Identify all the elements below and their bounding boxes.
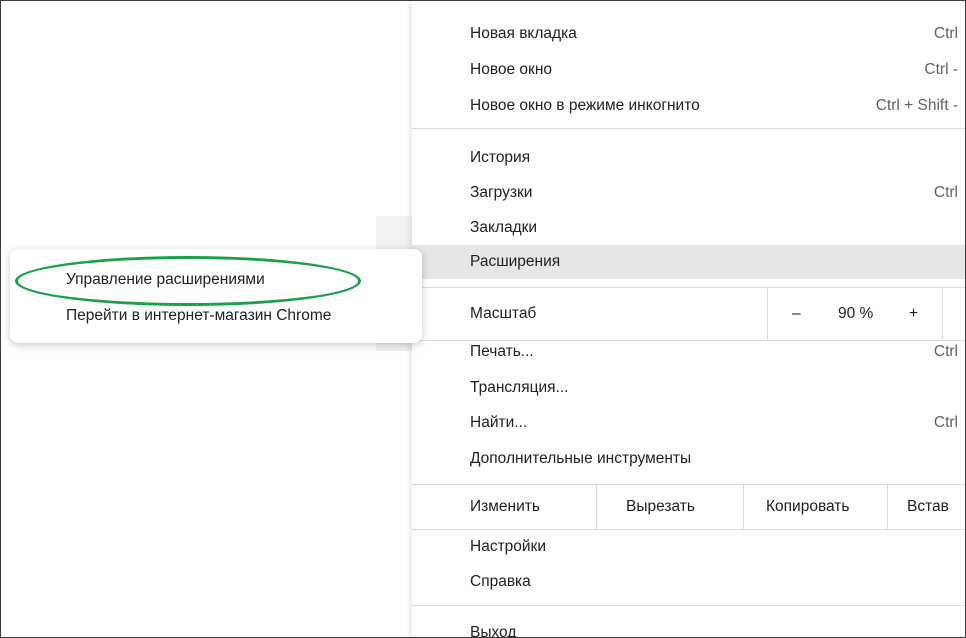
- zoom-label: Масштаб: [470, 305, 537, 322]
- menu-item-label: История: [470, 149, 531, 166]
- menu-item-downloads[interactable]: Загрузки Ctrl: [412, 176, 965, 210]
- menu-item-help[interactable]: Справка: [412, 565, 965, 599]
- zoom-in-button[interactable]: +: [909, 288, 918, 340]
- menu-item-settings[interactable]: Настройки: [412, 530, 965, 564]
- edit-divider: [743, 485, 744, 529]
- menu-item-label: Справка: [470, 573, 531, 590]
- menu-item-new-tab[interactable]: Новая вкладка Ctrl: [412, 17, 965, 51]
- menu-item-new-window[interactable]: Новое окно Ctrl -: [412, 53, 965, 87]
- submenu-item-chrome-web-store[interactable]: Перейти в интернет-магазин Chrome: [66, 307, 331, 325]
- edit-divider: [887, 485, 888, 529]
- menu-item-shortcut: Ctrl -: [924, 61, 958, 78]
- menu-item-incognito[interactable]: Новое окно в режиме инкогнито Ctrl + Shi…: [412, 89, 965, 123]
- zoom-row: Масштаб – 90 % +: [412, 287, 965, 341]
- menu-item-label: Выход: [470, 624, 517, 638]
- menu-item-shortcut: Ctrl: [933, 25, 958, 42]
- menu-item-more-tools[interactable]: Дополнительные инструменты: [412, 442, 965, 476]
- menu-item-shortcut: Ctrl: [933, 343, 958, 360]
- menu-item-bookmarks[interactable]: Закладки: [412, 211, 965, 245]
- menu-separator: [412, 605, 965, 606]
- zoom-out-button[interactable]: –: [792, 288, 801, 340]
- menu-item-shortcut: Ctrl: [933, 184, 958, 201]
- zoom-controls: – 90 % +: [767, 288, 943, 340]
- menu-item-extensions[interactable]: Расширения: [412, 245, 965, 279]
- chrome-main-menu: Новая вкладка Ctrl Новое окно Ctrl - Нов…: [412, 1, 965, 638]
- edit-row: Изменить Вырезать Копировать Встав: [412, 484, 965, 530]
- copy-button[interactable]: Копировать: [766, 485, 849, 529]
- screen: Новая вкладка Ctrl Новое окно Ctrl - Нов…: [0, 0, 966, 638]
- menu-item-label: Новое окно: [470, 61, 553, 78]
- menu-item-label: Трансляция...: [470, 379, 569, 396]
- zoom-divider: [942, 288, 943, 340]
- menu-item-history[interactable]: История: [412, 141, 965, 175]
- menu-item-label: Закладки: [470, 219, 538, 236]
- menu-item-label: Новая вкладка: [470, 25, 577, 42]
- menu-item-label: Загрузки: [470, 184, 533, 201]
- menu-item-label: Новое окно в режиме инкогнито: [470, 97, 700, 114]
- menu-item-label: Найти...: [470, 414, 528, 431]
- zoom-level: 90 %: [838, 305, 874, 322]
- menu-separator: [412, 128, 965, 129]
- menu-item-exit[interactable]: Выход: [412, 616, 965, 638]
- menu-item-shortcut: Ctrl + Shift -: [875, 97, 958, 114]
- menu-item-label: Расширения: [470, 253, 561, 270]
- cut-button[interactable]: Вырезать: [626, 485, 695, 529]
- menu-item-shortcut: Ctrl: [933, 414, 958, 431]
- menu-item-label: Настройки: [470, 538, 547, 555]
- menu-item-label: Печать...: [470, 343, 534, 360]
- menu-item-find[interactable]: Найти... Ctrl: [412, 406, 965, 440]
- edit-label: Изменить: [470, 498, 540, 515]
- menu-item-cast[interactable]: Трансляция...: [412, 371, 965, 405]
- menu-item-label: Дополнительные инструменты: [470, 450, 692, 467]
- paste-button[interactable]: Встав: [907, 485, 949, 529]
- highlight-oval: [15, 256, 361, 306]
- menu-item-print[interactable]: Печать... Ctrl: [412, 335, 965, 369]
- edit-divider: [596, 485, 597, 529]
